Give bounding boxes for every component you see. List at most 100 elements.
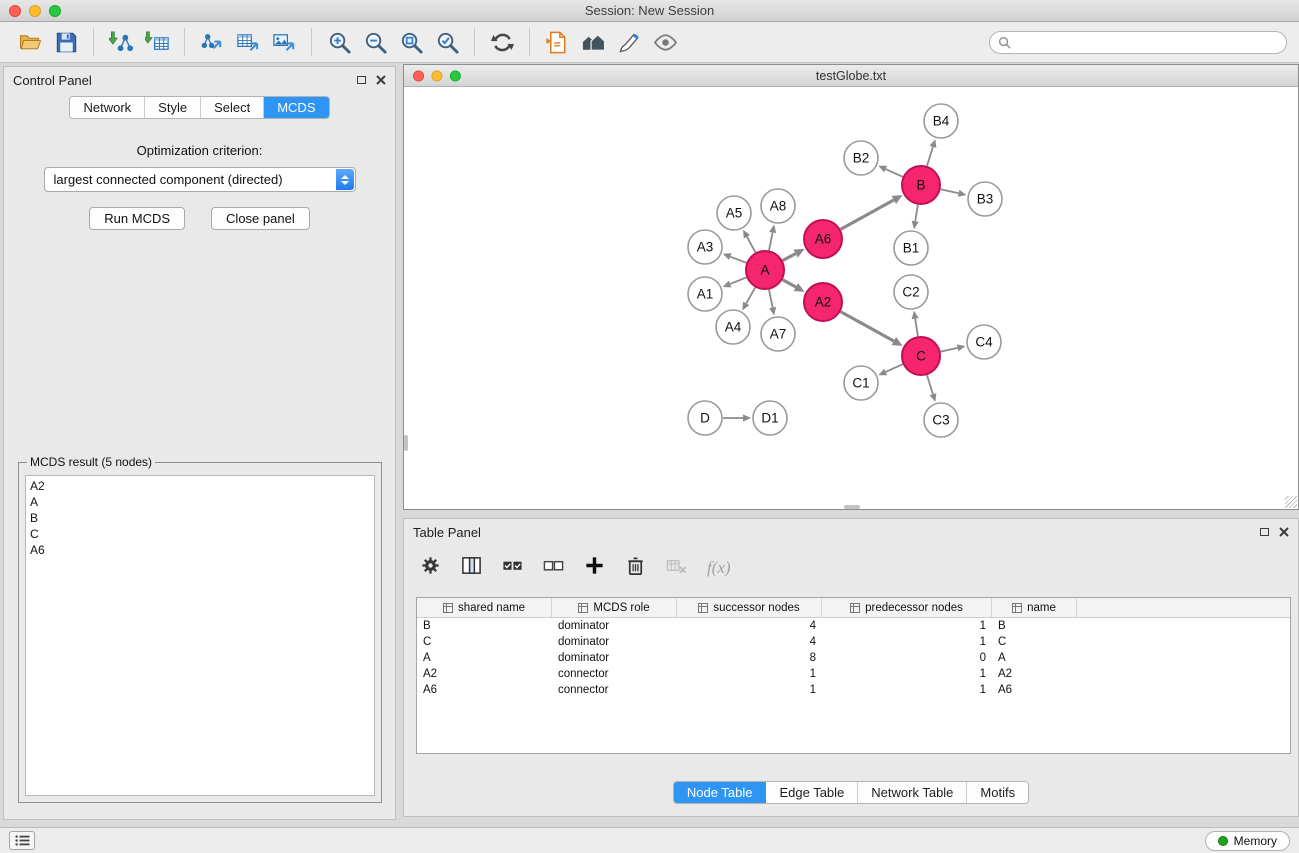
- result-item[interactable]: A2: [30, 478, 370, 494]
- home-button[interactable]: [575, 26, 611, 58]
- float-panel-icon[interactable]: [357, 76, 366, 84]
- table-row[interactable]: A2 connector 1 1 A2: [417, 666, 1290, 682]
- graph-edge-C-C1[interactable]: [878, 364, 902, 375]
- horizontal-scrollbar[interactable]: [844, 505, 860, 509]
- add-column-button[interactable]: [584, 555, 605, 581]
- resize-handle[interactable]: [1285, 496, 1297, 508]
- column-header-successor-nodes[interactable]: successor nodes: [677, 598, 822, 617]
- graph-node-B[interactable]: B: [902, 166, 940, 204]
- open-session-button[interactable]: [12, 26, 48, 58]
- graph-edge-A-A3[interactable]: [723, 253, 747, 263]
- task-history-button[interactable]: [9, 831, 35, 850]
- graph-node-C3[interactable]: C3: [924, 403, 958, 437]
- result-item[interactable]: B: [30, 510, 370, 526]
- table-row[interactable]: C dominator 4 1 C: [417, 634, 1290, 650]
- deselect-all-button[interactable]: [543, 555, 564, 581]
- graph-edge-A-A1[interactable]: [723, 277, 747, 287]
- result-item[interactable]: A6: [30, 542, 370, 558]
- graph-node-B4[interactable]: B4: [924, 104, 958, 138]
- tab-select[interactable]: Select: [201, 97, 264, 118]
- graph-edge-A-A6[interactable]: [783, 249, 805, 261]
- graph-node-D[interactable]: D: [688, 401, 722, 435]
- graph-edge-A2-C[interactable]: [841, 312, 903, 346]
- export-image-button[interactable]: [266, 26, 302, 58]
- result-item[interactable]: A: [30, 494, 370, 510]
- graph-edge-B-B2[interactable]: [878, 166, 902, 177]
- graph-node-B2[interactable]: B2: [844, 141, 878, 175]
- report-button[interactable]: [539, 26, 575, 58]
- graph-node-D1[interactable]: D1: [753, 401, 787, 435]
- graph-node-A7[interactable]: A7: [761, 317, 795, 351]
- graph-node-A[interactable]: A: [746, 251, 784, 289]
- graph-edge-B-B1[interactable]: [912, 205, 919, 229]
- close-panel-icon[interactable]: [1279, 527, 1289, 537]
- graph-edge-D-D1[interactable]: [723, 414, 751, 421]
- graph-edge-B-B3[interactable]: [941, 189, 967, 196]
- graph-node-C[interactable]: C: [902, 337, 940, 375]
- graph-node-A3[interactable]: A3: [688, 230, 722, 264]
- graph-edge-A-A7[interactable]: [769, 290, 776, 316]
- graph-node-A6[interactable]: A6: [804, 220, 842, 258]
- zoom-fit-button[interactable]: [393, 26, 429, 58]
- graph-node-C1[interactable]: C1: [844, 366, 878, 400]
- tab-edge-table[interactable]: Edge Table: [766, 782, 858, 803]
- import-table-button[interactable]: [139, 26, 175, 58]
- graph-node-C2[interactable]: C2: [894, 275, 928, 309]
- tab-network-table[interactable]: Network Table: [858, 782, 967, 803]
- column-header-predecessor-nodes[interactable]: predecessor nodes: [822, 598, 992, 617]
- tab-node-table[interactable]: Node Table: [674, 782, 767, 803]
- graph-node-B1[interactable]: B1: [894, 231, 928, 265]
- graph-edge-B-B4[interactable]: [927, 139, 936, 166]
- column-header-mcds-role[interactable]: MCDS role: [552, 598, 677, 617]
- search-input[interactable]: [1016, 35, 1278, 49]
- run-mcds-button[interactable]: Run MCDS: [89, 207, 185, 230]
- tab-style[interactable]: Style: [145, 97, 201, 118]
- network-canvas[interactable]: AA1A2A3A4A5A6A7A8BB1B2B3B4CC1C2C3C4DD1: [404, 87, 1298, 509]
- table-row[interactable]: A6 connector 1 1 A6: [417, 682, 1290, 698]
- column-header-shared-name[interactable]: shared name: [417, 598, 552, 617]
- export-network-button[interactable]: [194, 26, 230, 58]
- select-all-button[interactable]: [502, 555, 523, 581]
- show-column-button[interactable]: [461, 555, 482, 581]
- mcds-result-list[interactable]: A2 A B C A6: [25, 475, 375, 796]
- memory-button[interactable]: Memory: [1205, 831, 1290, 851]
- tab-mcds[interactable]: MCDS: [264, 97, 328, 118]
- graph-edge-C-C4[interactable]: [941, 344, 966, 351]
- zoom-in-button[interactable]: [321, 26, 357, 58]
- graph-node-A1[interactable]: A1: [688, 277, 722, 311]
- column-header-name[interactable]: name: [992, 598, 1077, 617]
- vertical-scrollbar[interactable]: [404, 435, 408, 451]
- graph-edge-A-A4[interactable]: [742, 287, 755, 310]
- show-hide-button[interactable]: [647, 26, 683, 58]
- float-panel-icon[interactable]: [1260, 528, 1269, 536]
- graph-node-B3[interactable]: B3: [968, 182, 1002, 216]
- export-table-button[interactable]: [230, 26, 266, 58]
- annotate-button[interactable]: [611, 26, 647, 58]
- tab-network[interactable]: Network: [70, 97, 145, 118]
- close-panel-button[interactable]: Close panel: [211, 207, 310, 230]
- graph-edge-A6-B[interactable]: [841, 195, 903, 229]
- zoom-out-button[interactable]: [357, 26, 393, 58]
- graph-edge-C-C3[interactable]: [927, 375, 936, 402]
- graph-edge-A-A5[interactable]: [743, 230, 755, 253]
- import-network-button[interactable]: [103, 26, 139, 58]
- graph-edge-A-A2[interactable]: [783, 280, 805, 292]
- delete-column-button[interactable]: [625, 555, 646, 581]
- close-panel-icon[interactable]: [376, 75, 386, 85]
- table-settings-button[interactable]: [420, 555, 441, 581]
- graph-node-A5[interactable]: A5: [717, 196, 751, 230]
- table-row[interactable]: B dominator 4 1 B: [417, 618, 1290, 634]
- zoom-selected-button[interactable]: [429, 26, 465, 58]
- graph-node-A4[interactable]: A4: [716, 310, 750, 344]
- graph-edge-C-C2[interactable]: [912, 311, 919, 336]
- graph-node-A8[interactable]: A8: [761, 189, 795, 223]
- tab-motifs[interactable]: Motifs: [967, 782, 1028, 803]
- table-row[interactable]: A dominator 8 0 A: [417, 650, 1290, 666]
- search-box[interactable]: [989, 31, 1287, 54]
- criterion-select[interactable]: largest connected component (directed): [44, 167, 356, 192]
- result-item[interactable]: C: [30, 526, 370, 542]
- network-graph[interactable]: AA1A2A3A4A5A6A7A8BB1B2B3B4CC1C2C3C4DD1: [404, 87, 1298, 509]
- graph-edge-A-A8[interactable]: [769, 225, 776, 251]
- save-session-button[interactable]: [48, 26, 84, 58]
- graph-node-A2[interactable]: A2: [804, 283, 842, 321]
